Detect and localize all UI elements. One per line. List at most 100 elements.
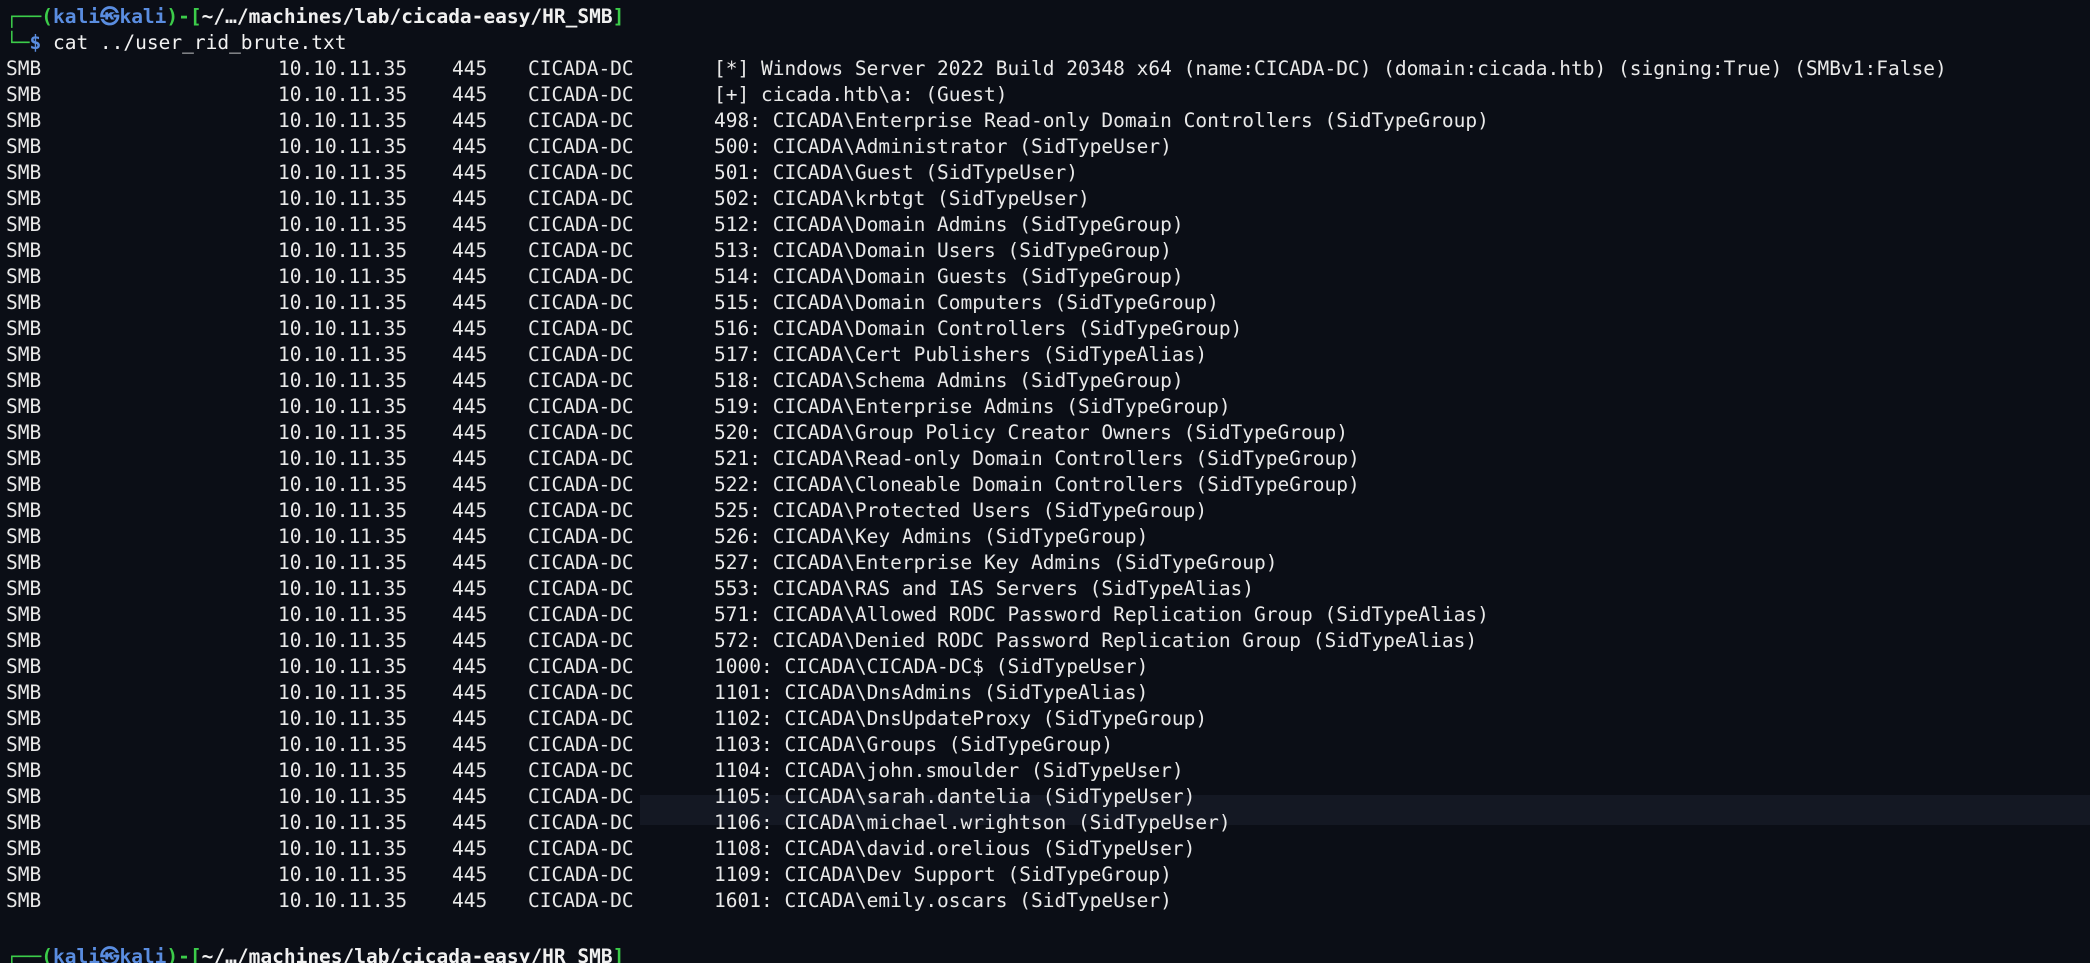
output-row: SMB 10.10.11.35 445 CICADA-DC 1101: CICADA\D… bbox=[6, 680, 2086, 706]
hostname-cell: CICADA-DC bbox=[528, 837, 634, 860]
protocol-cell: SMB bbox=[6, 837, 42, 860]
message-cell: 527: CICADA\Enterprise Key Admins (SidTy… bbox=[714, 551, 1278, 574]
ip-cell: 10.10.11.35 bbox=[278, 785, 408, 808]
message-cell: 1104: CICADA\john.smoulder (SidTypeUser) bbox=[714, 759, 1184, 782]
message-cell: 522: CICADA\Cloneable Domain Controllers… bbox=[714, 473, 1360, 496]
protocol-cell: SMB bbox=[6, 681, 42, 704]
prompt-user: kali bbox=[52, 945, 100, 963]
ip-cell: 10.10.11.35 bbox=[278, 551, 408, 574]
ip-cell: 10.10.11.35 bbox=[278, 265, 408, 288]
port-cell: 445 bbox=[452, 213, 488, 236]
prompt-path: ~/…/machines/lab/cicada-easy/HR_SMB bbox=[201, 5, 613, 28]
protocol-cell: SMB bbox=[6, 603, 42, 626]
port-cell: 445 bbox=[452, 83, 488, 106]
port-cell: 445 bbox=[452, 447, 488, 470]
protocol-cell: SMB bbox=[6, 733, 42, 756]
hostname-cell: CICADA-DC bbox=[528, 785, 634, 808]
message-cell: 553: CICADA\RAS and IAS Servers (SidType… bbox=[714, 577, 1255, 600]
protocol-cell: SMB bbox=[6, 317, 42, 340]
protocol-cell: SMB bbox=[6, 811, 42, 834]
hostname-cell: CICADA-DC bbox=[528, 629, 634, 652]
message-cell: 526: CICADA\Key Admins (SidTypeGroup) bbox=[714, 525, 1149, 548]
message-cell: 525: CICADA\Protected Users (SidTypeGrou… bbox=[714, 499, 1208, 522]
port-cell: 445 bbox=[452, 551, 488, 574]
port-cell: 445 bbox=[452, 629, 488, 652]
hostname-cell: CICADA-DC bbox=[528, 499, 634, 522]
output-row: SMB 10.10.11.35 445 CICADA-DC 1104: CICADA\j… bbox=[6, 758, 2086, 784]
output-row: SMB 10.10.11.35 445 CICADA-DC 513: CICADA\Do… bbox=[6, 238, 2086, 264]
hostname-cell: CICADA-DC bbox=[528, 525, 634, 548]
protocol-cell: SMB bbox=[6, 525, 42, 548]
ip-cell: 10.10.11.35 bbox=[278, 369, 408, 392]
hostname-cell: CICADA-DC bbox=[528, 707, 634, 730]
output-row: SMB 10.10.11.35 445 CICADA-DC 519: CICADA\En… bbox=[6, 394, 2086, 420]
port-cell: 445 bbox=[452, 395, 488, 418]
prompt-command-line: └─$ cat ../user_rid_brute.txt bbox=[6, 30, 2086, 56]
terminal-output: ┌──(kali㉿kali)-[~/…/machines/lab/cicada-… bbox=[6, 4, 2086, 914]
port-cell: 445 bbox=[452, 655, 488, 678]
message-cell: 571: CICADA\Allowed RODC Password Replic… bbox=[714, 603, 1489, 626]
output-row: SMB 10.10.11.35 445 CICADA-DC 514: CICADA\Do… bbox=[6, 264, 2086, 290]
prompt-bracket-open: )-[ bbox=[166, 945, 202, 963]
protocol-cell: SMB bbox=[6, 551, 42, 574]
prompt-corner: ┌──( bbox=[6, 945, 53, 963]
port-cell: 445 bbox=[452, 369, 488, 392]
ip-cell: 10.10.11.35 bbox=[278, 135, 408, 158]
ip-cell: 10.10.11.35 bbox=[278, 447, 408, 470]
terminal-window[interactable]: ┌──(kali㉿kali)-[~/…/machines/lab/cicada-… bbox=[0, 0, 2090, 963]
protocol-cell: SMB bbox=[6, 265, 42, 288]
ip-cell: 10.10.11.35 bbox=[278, 655, 408, 678]
port-cell: 445 bbox=[452, 421, 488, 444]
output-row: SMB 10.10.11.35 445 CICADA-DC 1102: CICADA\D… bbox=[6, 706, 2086, 732]
hostname-cell: CICADA-DC bbox=[528, 551, 634, 574]
output-row: SMB 10.10.11.35 445 CICADA-DC 502: CICADA\kr… bbox=[6, 186, 2086, 212]
message-cell: 501: CICADA\Guest (SidTypeUser) bbox=[714, 161, 1078, 184]
ip-cell: 10.10.11.35 bbox=[278, 161, 408, 184]
message-cell: 498: CICADA\Enterprise Read-only Domain … bbox=[714, 109, 1489, 132]
message-cell: 516: CICADA\Domain Controllers (SidTypeG… bbox=[714, 317, 1243, 340]
port-cell: 445 bbox=[452, 577, 488, 600]
ip-cell: 10.10.11.35 bbox=[278, 525, 408, 548]
ip-cell: 10.10.11.35 bbox=[278, 343, 408, 366]
protocol-cell: SMB bbox=[6, 135, 42, 158]
hostname-cell: CICADA-DC bbox=[528, 187, 634, 210]
hostname-cell: CICADA-DC bbox=[528, 447, 634, 470]
message-cell: 512: CICADA\Domain Admins (SidTypeGroup) bbox=[714, 213, 1184, 236]
hostname-cell: CICADA-DC bbox=[528, 343, 634, 366]
protocol-cell: SMB bbox=[6, 369, 42, 392]
ip-cell: 10.10.11.35 bbox=[278, 473, 408, 496]
hostname-cell: CICADA-DC bbox=[528, 109, 634, 132]
prompt-at-symbol: ㉿ bbox=[99, 945, 120, 963]
port-cell: 445 bbox=[452, 473, 488, 496]
protocol-cell: SMB bbox=[6, 499, 42, 522]
port-cell: 445 bbox=[452, 291, 488, 314]
protocol-cell: SMB bbox=[6, 577, 42, 600]
hostname-cell: CICADA-DC bbox=[528, 395, 634, 418]
prompt-bracket-close: ] bbox=[612, 5, 625, 28]
message-cell: 517: CICADA\Cert Publishers (SidTypeAlia… bbox=[714, 343, 1208, 366]
ip-cell: 10.10.11.35 bbox=[278, 577, 408, 600]
ip-cell: 10.10.11.35 bbox=[278, 187, 408, 210]
message-cell: 521: CICADA\Read-only Domain Controllers… bbox=[714, 447, 1360, 470]
output-row: SMB 10.10.11.35 445 CICADA-DC [+] cicada.htb… bbox=[6, 82, 2086, 108]
message-cell: 1000: CICADA\CICADA-DC$ (SidTypeUser) bbox=[714, 655, 1149, 678]
output-row: SMB 10.10.11.35 445 CICADA-DC 1000: CICADA\C… bbox=[6, 654, 2086, 680]
hostname-cell: CICADA-DC bbox=[528, 473, 634, 496]
output-row: SMB 10.10.11.35 445 CICADA-DC 501: CICADA\Gu… bbox=[6, 160, 2086, 186]
protocol-cell: SMB bbox=[6, 421, 42, 444]
port-cell: 445 bbox=[452, 525, 488, 548]
ip-cell: 10.10.11.35 bbox=[278, 759, 408, 782]
hostname-cell: CICADA-DC bbox=[528, 265, 634, 288]
hostname-cell: CICADA-DC bbox=[528, 317, 634, 340]
output-row: SMB 10.10.11.35 445 CICADA-DC 527: CICADA\En… bbox=[6, 550, 2086, 576]
message-cell: 1103: CICADA\Groups (SidTypeGroup) bbox=[714, 733, 1114, 756]
hostname-cell: CICADA-DC bbox=[528, 863, 634, 886]
hostname-cell: CICADA-DC bbox=[528, 83, 634, 106]
protocol-cell: SMB bbox=[6, 889, 42, 912]
ip-cell: 10.10.11.35 bbox=[278, 681, 408, 704]
message-cell: 500: CICADA\Administrator (SidTypeUser) bbox=[714, 135, 1172, 158]
ip-cell: 10.10.11.35 bbox=[278, 863, 408, 886]
ip-cell: 10.10.11.35 bbox=[278, 213, 408, 236]
hostname-cell: CICADA-DC bbox=[528, 421, 634, 444]
prompt-corner-bottom: └─ bbox=[6, 31, 30, 54]
